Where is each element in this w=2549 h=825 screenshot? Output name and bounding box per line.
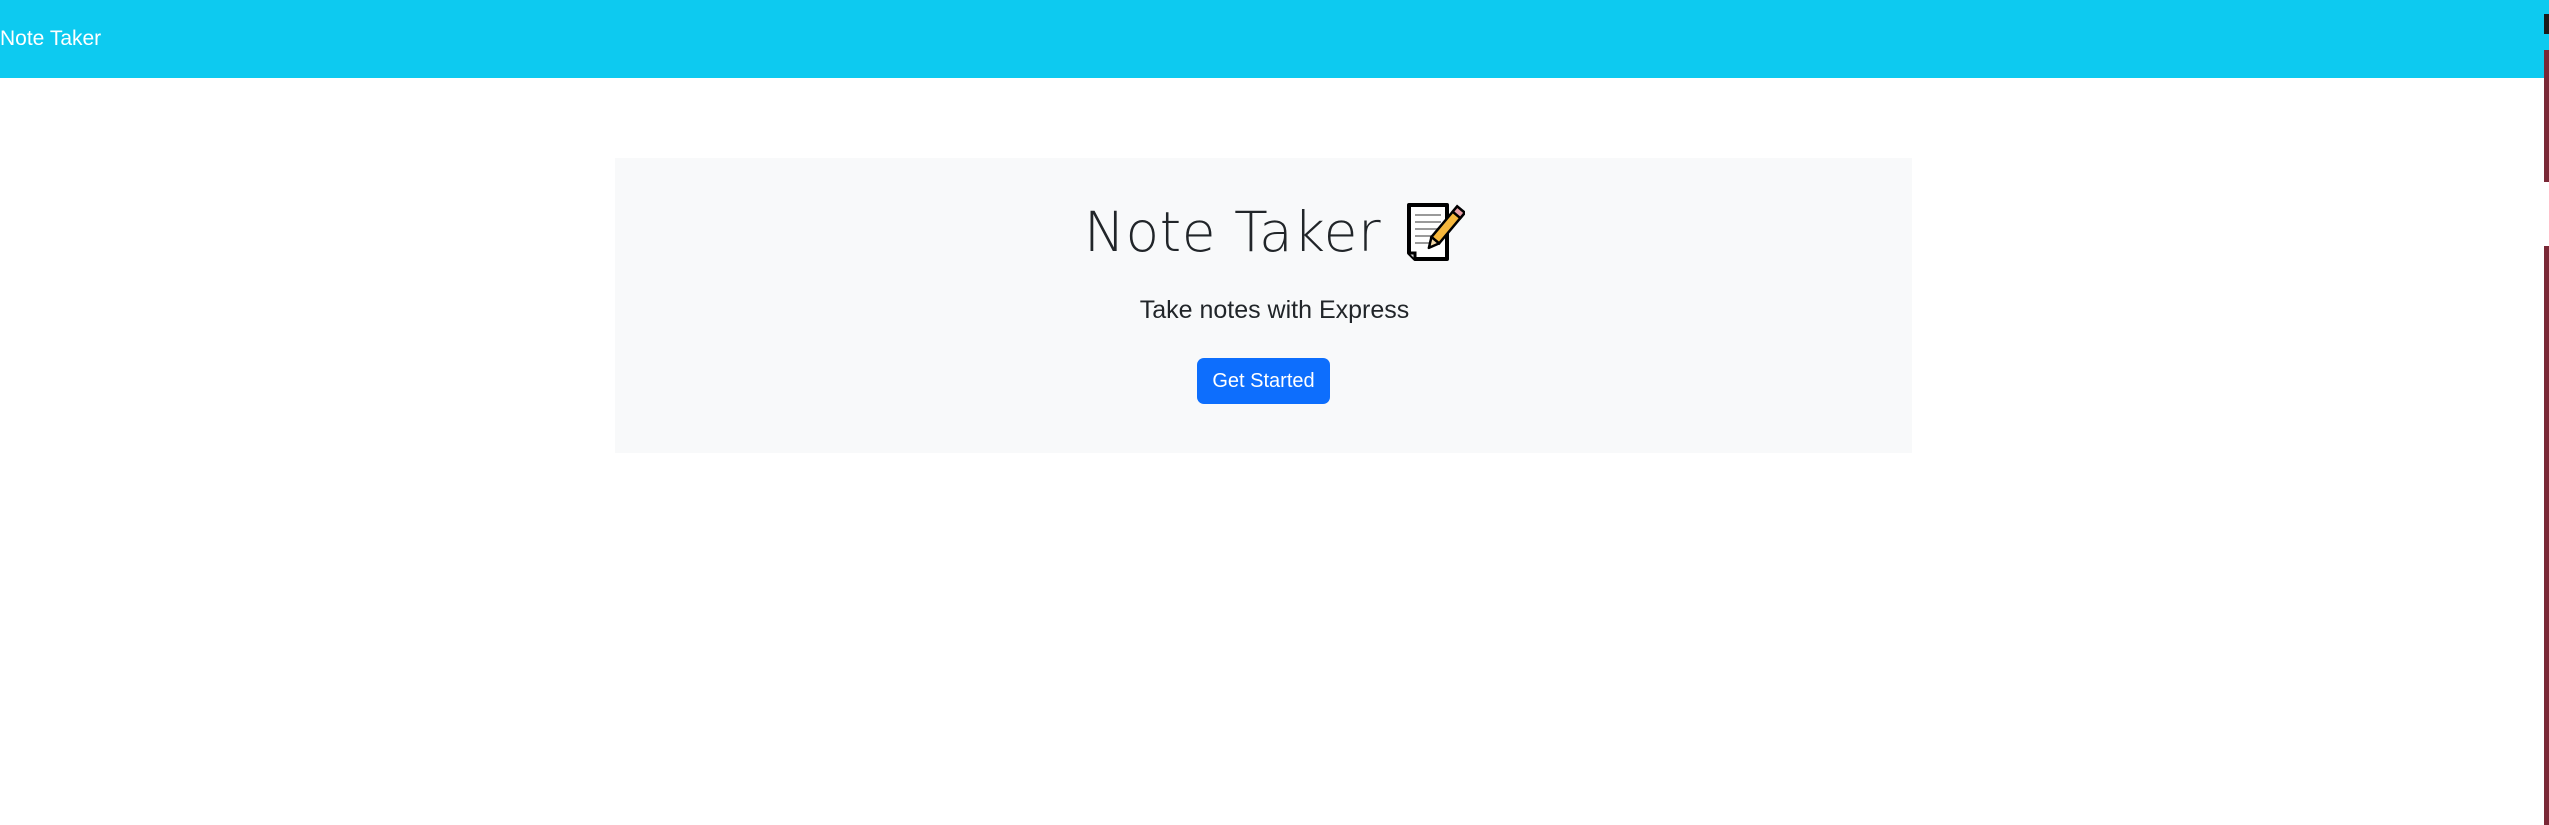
window-edge-notch (2544, 14, 2549, 34)
memo-icon (1403, 201, 1467, 263)
hero-subtitle: Take notes with Express (1139, 296, 1410, 324)
navbar-brand-link[interactable]: Note Taker (0, 27, 101, 51)
get-started-button[interactable]: Get Started (1197, 358, 1330, 404)
navbar: Note Taker (0, 0, 2549, 78)
window-edge-strip-upper (2544, 50, 2549, 182)
page-title: Note Taker (1083, 200, 1382, 264)
window-edge-strip-lower (2544, 246, 2549, 825)
hero-title-row: Note Taker (0, 200, 2549, 264)
